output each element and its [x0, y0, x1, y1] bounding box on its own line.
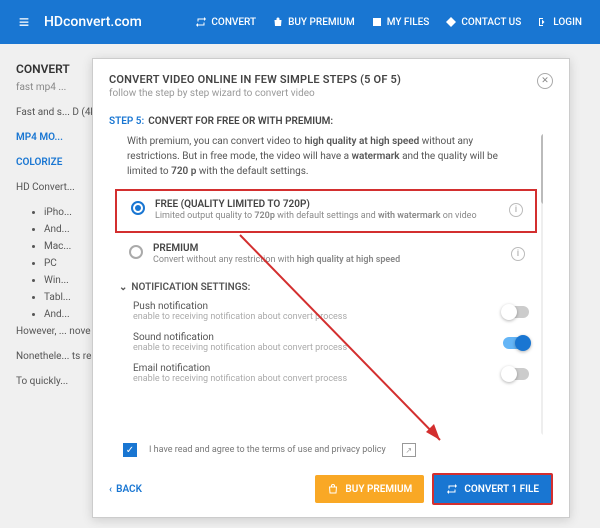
external-link-icon[interactable]: ↗: [402, 443, 416, 457]
info-icon[interactable]: i: [509, 203, 523, 217]
menu-icon[interactable]: ≡: [12, 12, 36, 33]
info-icon[interactable]: i: [511, 247, 525, 261]
notification-header[interactable]: ⌄ NOTIFICATION SETTINGS:: [119, 282, 543, 293]
notif-push: Push notification enable to receiving no…: [109, 297, 543, 328]
modal-subtitle: follow the step by step wizard to conver…: [109, 88, 401, 99]
modal-title: CONVERT VIDEO ONLINE IN FEW SIMPLE STEPS…: [109, 73, 401, 86]
nav-login[interactable]: LOGIN: [531, 16, 588, 28]
top-nav: CONVERT BUY PREMIUM MY FILES CONTACT US …: [189, 16, 588, 28]
step-heading: STEP 5: CONVERT FOR FREE OR WITH PREMIUM…: [109, 109, 553, 128]
back-button[interactable]: ‹ BACK: [109, 484, 142, 495]
login-icon: [537, 16, 549, 28]
option-free-title: FREE (QUALITY LIMITED TO 720P): [155, 199, 499, 210]
radio-free[interactable]: [131, 201, 145, 215]
modal-scroll-area: With premium, you can convert video to h…: [109, 134, 553, 435]
notif-push-title: Push notification: [133, 301, 503, 312]
convert-modal: CONVERT VIDEO ONLINE IN FEW SIMPLE STEPS…: [92, 58, 570, 518]
close-icon[interactable]: ✕: [537, 73, 553, 89]
option-free-desc: Limited output quality to 720p with defa…: [155, 210, 499, 223]
notif-sound-title: Sound notification: [133, 332, 503, 343]
agree-checkbox[interactable]: ✓: [123, 443, 137, 457]
buy-premium-button[interactable]: BUY PREMIUM: [315, 475, 424, 503]
notif-email-title: Email notification: [133, 363, 503, 374]
brand[interactable]: HDconvert.com: [44, 14, 142, 30]
nav-contact[interactable]: CONTACT US: [439, 16, 527, 28]
scrollbar[interactable]: [541, 134, 547, 435]
option-premium[interactable]: PREMIUM Convert without any restriction …: [115, 235, 537, 275]
toggle-email[interactable]: [503, 368, 529, 380]
option-premium-title: PREMIUM: [153, 243, 501, 254]
nav-buy-premium[interactable]: BUY PREMIUM: [266, 16, 361, 28]
modal-footer: ‹ BACK BUY PREMIUM CONVERT 1 FILE: [109, 465, 553, 505]
chevron-down-icon: ⌄: [119, 282, 127, 293]
radio-premium[interactable]: [129, 245, 143, 259]
chevron-left-icon: ‹: [109, 484, 112, 495]
convert-file-button[interactable]: CONVERT 1 FILE: [432, 473, 553, 505]
notif-sound: Sound notification enable to receiving n…: [109, 328, 543, 359]
step-text: CONVERT FOR FREE OR WITH PREMIUM:: [148, 116, 333, 127]
notif-push-desc: enable to receiving notification about c…: [133, 312, 503, 322]
files-icon: [371, 16, 383, 28]
bag-icon: [272, 16, 284, 28]
toggle-push[interactable]: [503, 306, 529, 318]
bag-icon: [327, 483, 339, 495]
option-free[interactable]: FREE (QUALITY LIMITED TO 720P) Limited o…: [115, 189, 537, 233]
agree-row: ✓ I have read and agree to the terms of …: [109, 435, 553, 465]
nav-my-files[interactable]: MY FILES: [365, 16, 436, 28]
nav-convert[interactable]: CONVERT: [189, 16, 262, 28]
toggle-sound[interactable]: [503, 337, 529, 349]
notif-email: Email notification enable to receiving n…: [109, 359, 543, 390]
premium-description: With premium, you can convert video to h…: [109, 134, 543, 187]
swap-icon: [195, 16, 207, 28]
step-number: STEP 5:: [109, 116, 144, 127]
option-premium-desc: Convert without any restriction with hig…: [153, 254, 501, 267]
swap-icon: [446, 483, 458, 495]
diamond-icon: [445, 16, 457, 28]
notif-sound-desc: enable to receiving notification about c…: [133, 343, 503, 353]
notif-email-desc: enable to receiving notification about c…: [133, 374, 503, 384]
topbar: ≡ HDconvert.com CONVERT BUY PREMIUM MY F…: [0, 0, 600, 44]
agree-text: I have read and agree to the terms of us…: [149, 445, 386, 455]
